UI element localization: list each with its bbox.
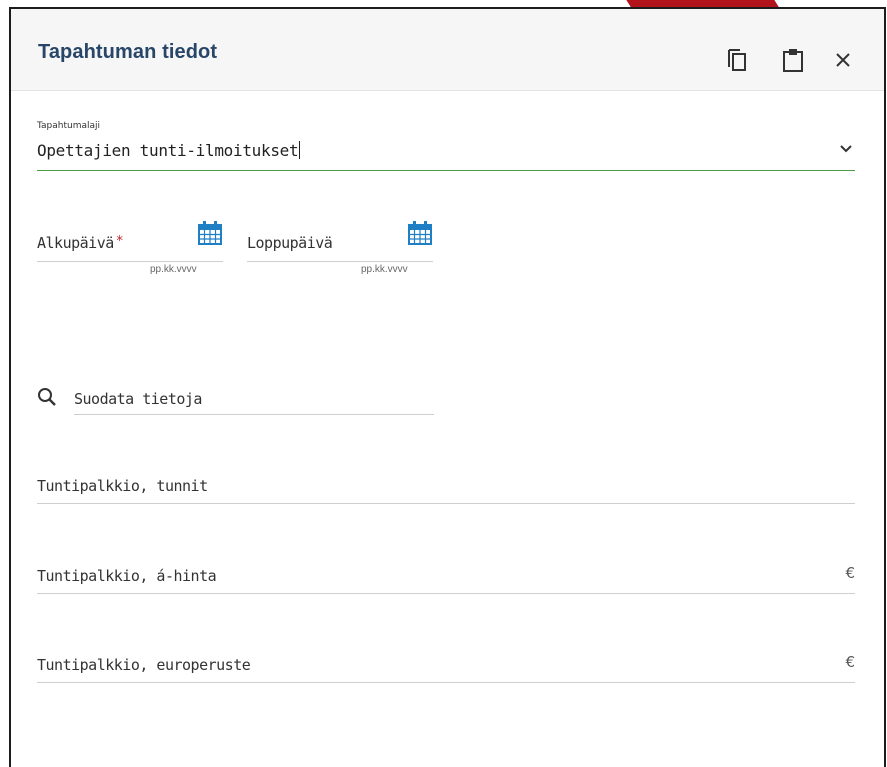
end-date-label: Loppupäivä [247,234,333,252]
end-date-format-hint: pp.kk.vvvv [361,264,408,275]
calendar-icon[interactable] [407,221,433,245]
clipboard-icon [783,49,803,72]
euro-unit: € [845,653,855,671]
euro-unit: € [845,564,855,582]
close-button[interactable] [830,45,856,75]
copy-icon [728,49,746,71]
hourly-fee-hours-label: Tuntipalkkio, tunnit [37,477,208,495]
required-mark: * [115,234,124,249]
search-icon [38,388,56,406]
event-details-dialog: Tapahtuman tiedot Tapahtumalaji Opettaji… [9,7,886,767]
calendar-icon[interactable] [197,221,223,245]
start-date-format-hint: pp.kk.vvvv [150,264,197,275]
chevron-down-icon [840,145,852,153]
event-type-value: Opettajien tunti-ilmoitukset [37,141,301,160]
hourly-fee-unit-price-field[interactable]: Tuntipalkkio, á-hinta € [37,553,855,594]
dialog-header: Tapahtuman tiedot [11,9,884,91]
event-type-select[interactable]: Tapahtumalaji Opettajien tunti-ilmoituks… [37,118,855,171]
hourly-fee-euro-basis-label: Tuntipalkkio, europeruste [37,656,251,674]
search-icon-wrapper [37,387,57,411]
filter-placeholder: Suodata tietoja [74,390,202,408]
hourly-fee-unit-price-label: Tuntipalkkio, á-hinta [37,567,217,585]
hourly-fee-euro-basis-field[interactable]: Tuntipalkkio, europeruste € [37,642,855,683]
copy-button[interactable] [724,45,750,75]
start-date-field[interactable]: Alkupäivä * [37,221,223,262]
event-type-label: Tapahtumalaji [37,121,100,131]
paste-button[interactable] [780,45,806,75]
close-icon [836,53,850,67]
start-date-label: Alkupäivä * [37,234,124,252]
end-date-field[interactable]: Loppupäivä [247,221,433,262]
filter-input[interactable]: Suodata tietoja [74,381,434,415]
dialog-title: Tapahtuman tiedot [38,41,218,63]
hourly-fee-hours-field[interactable]: Tuntipalkkio, tunnit [37,463,855,504]
